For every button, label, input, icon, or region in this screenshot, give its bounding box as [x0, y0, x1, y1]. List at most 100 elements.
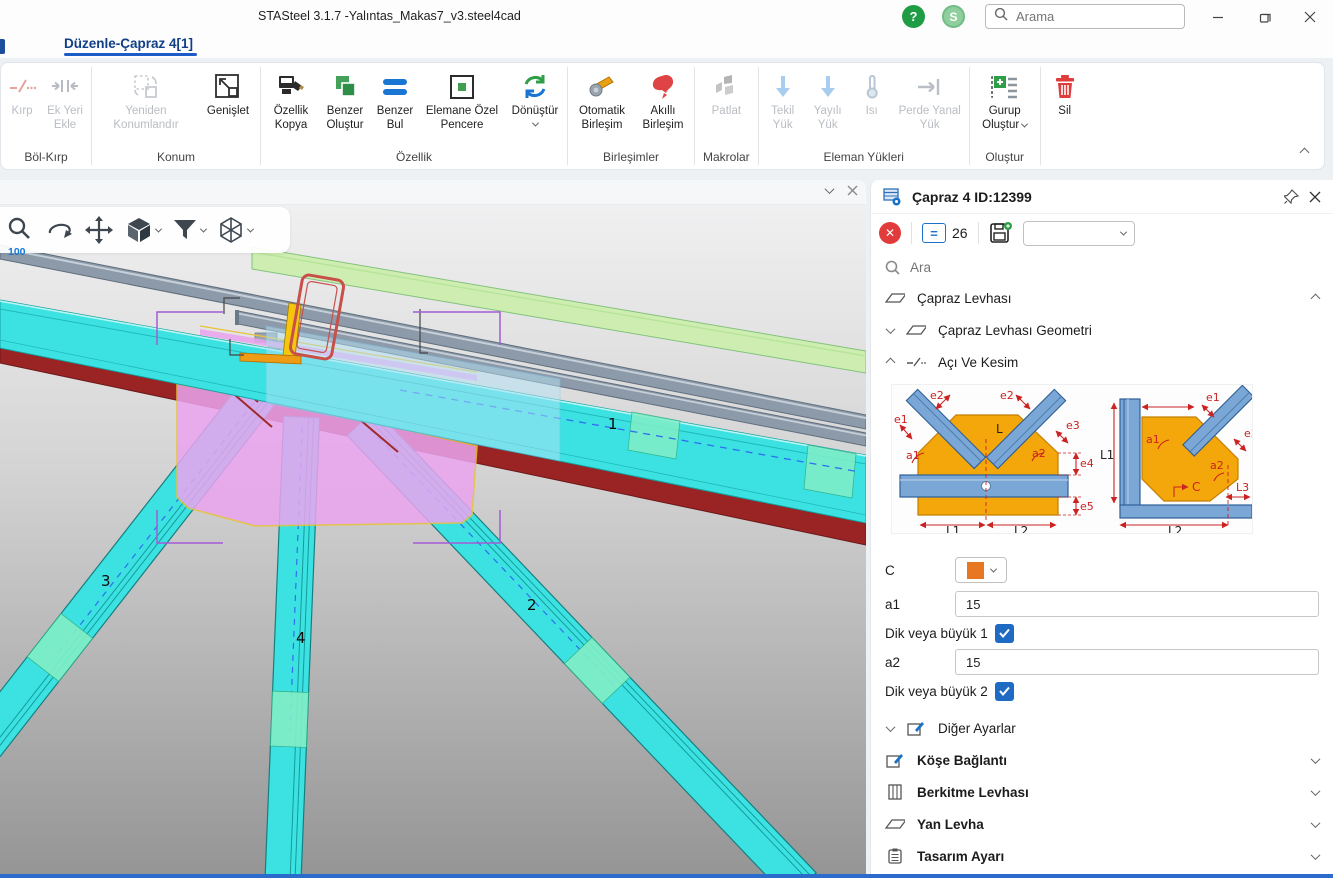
preset-combobox[interactable] [1023, 221, 1135, 246]
dim-label: L2 [1168, 524, 1182, 533]
tree-item-capraz-levhasi-geometri[interactable]: Çapraz Levhası Geometri [871, 314, 1333, 346]
chevron-up-icon[interactable] [886, 357, 896, 367]
dim-label: L1 [1100, 448, 1114, 462]
axes-tool[interactable] [216, 215, 253, 245]
chevron-down-icon[interactable] [247, 225, 254, 232]
recycle-icon [519, 69, 551, 105]
view-cube-tool[interactable] [124, 215, 161, 245]
avatar-initial: S [949, 10, 957, 24]
brain-icon [647, 69, 679, 105]
ribbon-button-otomatik-birlesim[interactable]: Otomatik Birleşim [570, 67, 634, 134]
ribbon-button-gurup-olustur[interactable]: Gurup Oluştur [972, 67, 1038, 134]
ribbon-button-patlat[interactable]: Patlat [699, 67, 753, 121]
section-kose-baglanti[interactable]: Köşe Bağlantı [871, 744, 1333, 776]
filter-tool[interactable] [171, 216, 206, 244]
ribbon-collapse-button[interactable] [1301, 143, 1308, 161]
chevron-down-icon[interactable] [155, 225, 162, 232]
viewport-3d-scene[interactable]: 1 3 4 2 [0, 205, 866, 874]
chevron-down-icon[interactable] [1311, 786, 1321, 796]
panel-search-input[interactable] [910, 260, 1210, 275]
ribbon-button-yeniden-konumlandir[interactable]: Yeniden Konumlandır [94, 67, 198, 134]
titlebar-search[interactable] [985, 4, 1185, 29]
ribbon-button-benzer-bul[interactable]: Benzer Bul [371, 67, 419, 134]
c-color-dropdown[interactable] [955, 557, 1007, 583]
ribbon-label: Isı [866, 105, 878, 119]
restore-button[interactable] [1250, 3, 1280, 31]
plate-icon [906, 324, 926, 336]
dim-label: L2 [1014, 524, 1028, 533]
ribbon-group-label: Makrolar [697, 149, 756, 167]
dimension-diagram: e2 e2 e1 e3 a1 a2 e4 e5 L L1 L2 [891, 384, 1253, 534]
ribbon-button-sil[interactable]: Sil [1043, 67, 1087, 121]
properties-panel: Çapraz 4 ID:12399 ✕ = 26 Çapraz Levhası … [870, 180, 1333, 874]
chevron-down-icon[interactable] [886, 324, 896, 334]
ribbon-label: Yeniden Konumlandır [96, 105, 196, 132]
pan-tool[interactable] [84, 215, 114, 245]
panel-close-icon[interactable] [1309, 191, 1321, 203]
help-button[interactable]: ? [902, 5, 925, 28]
ribbon-button-benzer-olustur[interactable]: Benzer Oluştur [319, 67, 371, 134]
a2-input[interactable] [955, 649, 1319, 675]
ribbon-group-sil: Sil [1041, 63, 1089, 169]
ribbon-button-ozellik-kopya[interactable]: Özellik Kopya [263, 67, 319, 134]
tree-item-diger-ayarlar[interactable]: Diğer Ayarlar [871, 712, 1333, 744]
chevron-down-icon[interactable] [886, 722, 896, 732]
ribbon-button-akilli-birlesim[interactable]: Akıllı Birleşim [634, 67, 692, 134]
view-cube-icon [124, 215, 154, 245]
chevron-down-icon[interactable] [1311, 754, 1321, 764]
distributed-load-icon [813, 69, 843, 105]
dim-label: e5 [1080, 500, 1094, 513]
chevron-down-icon[interactable] [1021, 120, 1028, 127]
chevron-down-icon[interactable] [200, 225, 207, 232]
avatar[interactable]: S [942, 5, 965, 28]
orbit-tool[interactable] [44, 217, 74, 243]
ribbon-group-label: Eleman Yükleri [761, 149, 967, 167]
cancel-button[interactable]: ✕ [879, 222, 901, 244]
ribbon-group-eleman-yukleri: Tekil Yük Yayılı Yük Isı Perde Yanal Yük… [759, 63, 969, 169]
minimize-button[interactable] [1203, 3, 1233, 31]
ribbon-label: Benzer Bul [373, 105, 417, 132]
field-row-c: C [871, 556, 1333, 584]
ribbon-label: Dönüştür [512, 105, 559, 119]
check-row-2: Dik veya büyük 2 [871, 678, 1333, 704]
ribbon-button-elemane-ozel-pencere[interactable]: Elemane Özel Pencere [419, 67, 505, 134]
ribbon-button-isi[interactable]: Isı [851, 67, 893, 121]
a1-input[interactable] [955, 591, 1319, 617]
menu-stub[interactable] [0, 39, 5, 54]
ribbon-button-tekil-yuk[interactable]: Tekil Yük [761, 67, 805, 134]
ribbon-group-birlesimler: Otomatik Birleşim Akıllı Birleşim Birleş… [568, 63, 694, 169]
ribbon-button-yayili-yuk[interactable]: Yayılı Yük [805, 67, 851, 134]
ribbon-button-ek-yeri-ekle[interactable]: Ek Yeri Ekle [41, 67, 89, 134]
tab-duzenle-capraz[interactable]: Düzenle-Çapraz 4[1] [64, 36, 193, 51]
search-input[interactable] [1016, 9, 1156, 24]
chevron-down-icon[interactable] [1311, 818, 1321, 828]
section-yan-levha[interactable]: Yan Levha [871, 808, 1333, 840]
ribbon-button-donustur[interactable]: Dönüştür [505, 67, 565, 129]
ribbon-button-perde-yanal-yuk[interactable]: Perde Yanal Yük [893, 67, 967, 134]
zoom-tool[interactable]: 100 [6, 216, 34, 244]
count-button[interactable]: = 26 [922, 223, 968, 243]
check1-checkbox[interactable] [995, 624, 1014, 643]
viewport-collapse-icon[interactable] [825, 184, 835, 194]
section-berkitme-levhasi[interactable]: Berkitme Levhası [871, 776, 1333, 808]
save-icon[interactable] [989, 222, 1013, 244]
section-tasarim-ayari[interactable]: Tasarım Ayarı [871, 840, 1333, 872]
field-row-a2: a2 [871, 648, 1333, 676]
tree-item-aci-ve-kesim[interactable]: Açı Ve Kesim [871, 346, 1333, 378]
ribbon-label: Genişlet [207, 105, 249, 119]
tree-item-capraz-levhasi[interactable]: Çapraz Levhası [871, 282, 1333, 314]
close-button[interactable] [1295, 3, 1325, 31]
ribbon-label: Elemane Özel Pencere [421, 105, 503, 132]
chevron-down-icon[interactable] [1311, 850, 1321, 860]
ribbon-button-genislet[interactable]: Genişlet [198, 67, 258, 121]
check2-checkbox[interactable] [995, 682, 1014, 701]
chevron-down-icon[interactable] [531, 119, 538, 126]
panel-search[interactable] [871, 252, 1333, 282]
ribbon-button-kirp[interactable]: Kırp [3, 67, 41, 121]
chevron-up-icon[interactable] [1311, 293, 1321, 303]
window-title: STASteel 3.1.7 -Yalıntas_Makas7_v3.steel… [258, 9, 521, 23]
viewport-close-icon[interactable] [847, 185, 858, 196]
plate-icon [885, 818, 905, 830]
create-similar-icon [330, 69, 360, 105]
pin-icon[interactable] [1284, 189, 1299, 204]
